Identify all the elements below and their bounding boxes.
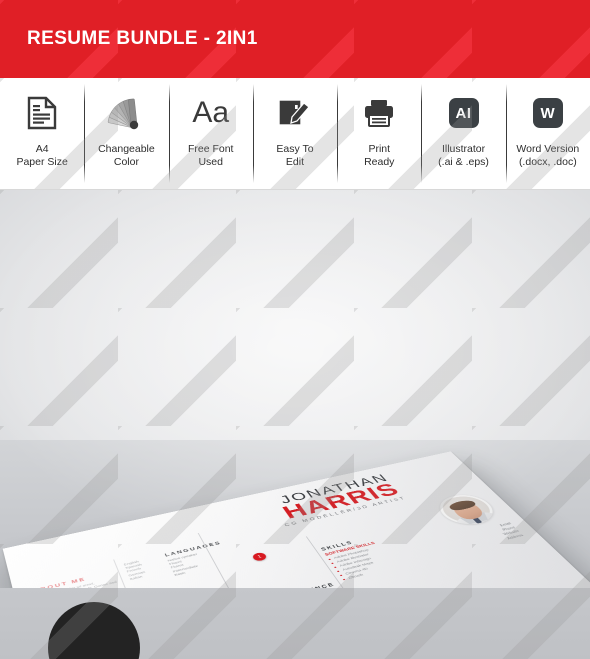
feature-label-line2: Edit xyxy=(285,156,305,168)
feature-label-line2: (.ai & .eps) xyxy=(438,156,489,168)
printer-icon xyxy=(362,90,396,136)
feature-label: Easy To Edit xyxy=(276,143,313,169)
feature-a4-paper-size: A4 Paper Size xyxy=(0,78,84,189)
color-fan-icon xyxy=(104,90,148,136)
feature-easy-to-edit: Easy To Edit xyxy=(252,78,337,189)
feature-label-line2: Ready xyxy=(364,156,395,168)
feature-label-line1: Word Version xyxy=(516,143,580,155)
word-badge-text: W xyxy=(532,98,563,128)
feature-free-font-used: Aa Free Font Used xyxy=(168,78,253,189)
illustrator-badge-icon: AI xyxy=(448,90,479,136)
edit-pencil-icon xyxy=(278,90,312,136)
typography-icon: Aa xyxy=(192,90,229,136)
feature-label-line2: (.docx, .doc) xyxy=(518,156,577,168)
illustrator-badge-text: AI xyxy=(448,98,479,128)
feature-label: A4 Paper Size xyxy=(16,143,67,169)
feature-label-line1: A4 xyxy=(35,143,49,155)
feature-label: Free Font Used xyxy=(188,143,234,169)
feature-changeable-color: Changeable Color xyxy=(84,78,168,189)
avatar xyxy=(430,490,503,529)
feature-strip: A4 Paper Size Changeable Color Aa Free F… xyxy=(0,78,590,190)
feature-label-line1: Illustrator xyxy=(441,143,486,155)
feature-label: Changeable Color xyxy=(98,143,155,169)
header-banner: RESUME BUNDLE - 2IN1 xyxy=(0,0,590,78)
typography-glyph: Aa xyxy=(192,96,230,129)
section-languages: LANGUAGES Native speaker Fluent Fluent I… xyxy=(164,538,247,577)
feature-word-version: W Word Version (.docx, .doc) xyxy=(505,78,590,189)
feature-label-line1: Free Font xyxy=(187,143,234,155)
section-skills: SKILLS SOFTWARE SKILLS Adobe Photoshop A… xyxy=(320,529,425,581)
word-badge-icon: W xyxy=(532,90,563,136)
preview-page: RESUME BUNDLE - 2IN1 A4 Paper Size Chang… xyxy=(0,0,590,659)
feature-label-line1: Easy To xyxy=(276,143,314,155)
document-icon xyxy=(27,90,57,136)
product-mockup-image: JONATHAN HARRIS CG MODELLER/3D ARTIST Em… xyxy=(0,190,590,659)
feature-label-line2: Color xyxy=(113,156,139,168)
section-languages-names: English Spanish French German Italian xyxy=(123,555,168,582)
feature-label: Illustrator (.ai & .eps) xyxy=(438,143,489,169)
feature-label: Print Ready xyxy=(364,143,394,169)
feature-label-line1: Changeable xyxy=(98,143,155,155)
feature-label: Word Version (.docx, .doc) xyxy=(516,143,579,169)
feature-label-line2: Used xyxy=(198,156,223,168)
feature-illustrator: AI Illustrator (.ai & .eps) xyxy=(421,78,505,189)
feature-label-line1: Print xyxy=(368,143,391,155)
feature-print-ready: Print Ready xyxy=(337,78,421,189)
callout-badge: 1 xyxy=(251,551,268,562)
page-title: RESUME BUNDLE - 2IN1 xyxy=(27,28,258,49)
feature-label-line2: Paper Size xyxy=(16,156,68,168)
